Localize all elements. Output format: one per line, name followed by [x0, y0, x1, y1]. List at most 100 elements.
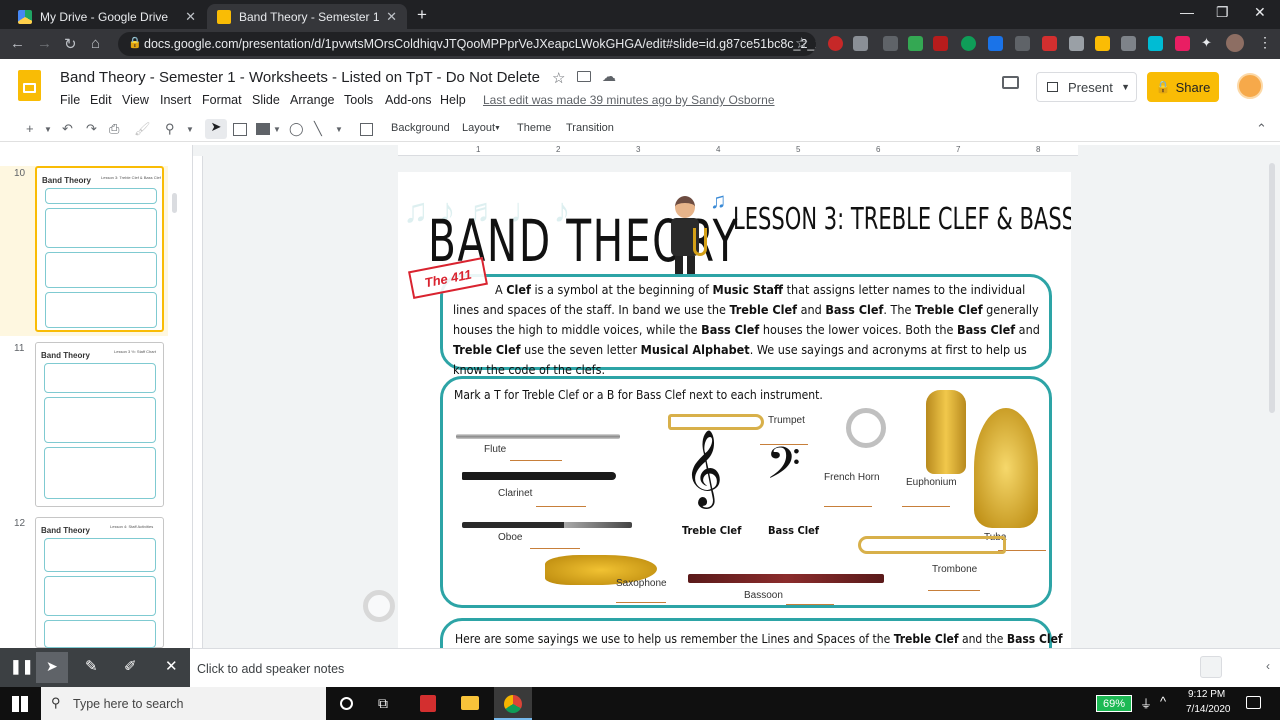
print-icon[interactable]: ⎙	[109, 121, 119, 137]
menu-tools[interactable]: Tools	[344, 93, 373, 107]
slide-thumbnail[interactable]: Band Theory Lesson 3: Treble Clef & Bass…	[35, 166, 164, 332]
menu-edit[interactable]: Edit	[90, 93, 112, 107]
clock-date[interactable]: 7/14/2020	[1186, 704, 1231, 715]
answer-line[interactable]	[786, 604, 834, 605]
transition-button[interactable]: Transition	[566, 122, 614, 134]
side-panel-toggle-icon[interactable]: ‹	[1266, 659, 1270, 673]
slide-canvas[interactable]: 1 2 3 4 5 6 7 8 ♫♪♬♩♪ Band Theory ♫ Less…	[193, 145, 1280, 652]
star-icon[interactable]: ☆	[552, 69, 565, 87]
shape-icon[interactable]: ◯	[289, 121, 304, 137]
extension-icon[interactable]	[988, 36, 1003, 51]
pointer-icon[interactable]: ➤	[46, 658, 58, 675]
layout-button[interactable]: Layout	[462, 122, 495, 134]
power-icon[interactable]: ⏚	[1140, 695, 1152, 712]
address-bar[interactable]: 🔒 docs.google.com/presentation/d/1pvwtsM…	[118, 32, 816, 56]
answer-line[interactable]	[536, 506, 586, 507]
share-button[interactable]: 🔒 Share	[1147, 72, 1219, 102]
lesson-title[interactable]: Lesson 3: Treble Clef & Bass Clef	[733, 202, 1071, 237]
document-title[interactable]: Band Theory - Semester 1 - Worksheets - …	[60, 69, 540, 86]
extension-icon[interactable]	[1042, 36, 1057, 51]
answer-line[interactable]	[616, 602, 666, 603]
battery-indicator[interactable]: 69%	[1096, 695, 1132, 712]
file-explorer-icon[interactable]	[461, 696, 479, 710]
menu-arrange[interactable]: Arrange	[290, 93, 334, 107]
window-close-icon[interactable]: ✕	[1254, 4, 1266, 21]
theme-button[interactable]: Theme	[517, 122, 551, 134]
dropdown-arrow-icon[interactable]: ▼	[1121, 82, 1130, 92]
paint-format-icon[interactable]: 🖌	[134, 121, 151, 137]
avatar[interactable]	[1226, 34, 1244, 52]
speaker-notes-bar[interactable]: Click to add speaker notes ‹	[0, 648, 1280, 687]
explore-icon[interactable]	[1200, 656, 1222, 678]
close-icon[interactable]: ✕	[165, 657, 178, 675]
menu-add-ons[interactable]: Add-ons	[385, 93, 432, 107]
image-icon[interactable]	[256, 123, 270, 135]
chevron-down-icon[interactable]: ▼	[273, 125, 281, 134]
forward-icon[interactable]: →	[37, 35, 52, 52]
new-slide-icon[interactable]: +	[26, 121, 34, 136]
answer-line[interactable]	[928, 590, 980, 591]
new-tab-icon[interactable]: +	[417, 5, 427, 25]
extension-icon[interactable]	[828, 36, 843, 51]
menu-file[interactable]: File	[60, 93, 80, 107]
highlighter-icon[interactable]: ✐	[124, 657, 137, 675]
add-comment-icon[interactable]	[360, 123, 373, 136]
menu-view[interactable]: View	[122, 93, 149, 107]
tab-google-drive[interactable]: My Drive - Google Drive ✕	[8, 4, 206, 29]
extension-icon[interactable]	[853, 36, 868, 51]
text-box-icon[interactable]	[233, 123, 247, 136]
slide-thumbnail[interactable]: Band Theory Lesson 3 ½: Staff Chart	[35, 342, 164, 507]
extension-icon[interactable]	[1069, 36, 1084, 51]
answer-line[interactable]	[530, 548, 580, 549]
home-icon[interactable]: ⌂	[91, 35, 100, 52]
account-avatar[interactable]	[1237, 73, 1263, 99]
pause-icon[interactable]: ❚❚	[10, 658, 33, 675]
reload-icon[interactable]: ↻	[64, 35, 77, 53]
slide[interactable]: ♫♪♬♩♪ Band Theory ♫ Lesson 3: Treble Cle…	[398, 172, 1071, 652]
canvas-scrollbar[interactable]	[1269, 163, 1275, 413]
extension-icon[interactable]	[933, 36, 948, 51]
last-edit-link[interactable]: Last edit was made 39 minutes ago by San…	[483, 93, 775, 107]
task-view-icon[interactable]: ⧉	[378, 695, 388, 712]
maximize-icon[interactable]: ❐	[1216, 4, 1229, 21]
folder-icon[interactable]	[577, 71, 591, 82]
select-tool-icon[interactable]: ➤	[205, 119, 227, 139]
slide-thumbnail[interactable]: Band Theory Lesson 4: Staff Activities	[35, 517, 164, 648]
present-button[interactable]: Present ▼	[1036, 72, 1137, 102]
puzzle-icon[interactable]: ✦	[1201, 35, 1212, 51]
extension-icon[interactable]	[908, 36, 923, 51]
extension-icon[interactable]	[1015, 36, 1030, 51]
answer-line[interactable]	[824, 506, 872, 507]
answer-line[interactable]	[902, 506, 950, 507]
back-icon[interactable]: ←	[10, 35, 25, 52]
taskbar-search-box[interactable]: ⚲ Type here to search	[41, 687, 326, 720]
notifications-icon[interactable]	[1246, 696, 1261, 709]
line-icon[interactable]: ╲	[314, 121, 322, 137]
background-button[interactable]: Background	[391, 122, 450, 134]
extension-icon[interactable]	[883, 36, 898, 51]
chevron-down-icon[interactable]: ▼	[335, 125, 343, 134]
acrobat-icon[interactable]	[420, 695, 436, 712]
minimize-icon[interactable]: —	[1180, 4, 1194, 20]
comments-icon[interactable]	[1002, 76, 1019, 89]
menu-format[interactable]: Format	[202, 93, 242, 107]
extension-icon[interactable]	[1175, 36, 1190, 51]
close-icon[interactable]: ✕	[185, 9, 196, 25]
redo-icon[interactable]: ↷	[86, 121, 97, 137]
chevron-down-icon[interactable]: ▼	[186, 125, 194, 134]
zoom-icon[interactable]: ⚲	[165, 121, 175, 137]
collapse-toolbar-icon[interactable]: ⌃	[1256, 121, 1267, 137]
extension-icon[interactable]	[1121, 36, 1136, 51]
extension-icon[interactable]	[1095, 36, 1110, 51]
filmstrip-scrollbar[interactable]	[172, 193, 177, 213]
speaker-notes-placeholder[interactable]: Click to add speaker notes	[197, 662, 344, 676]
tab-band-theory[interactable]: Band Theory - Semester 1 - Worksheets ✕	[207, 4, 407, 29]
chevron-down-icon[interactable]: ▼	[44, 125, 52, 134]
clock-time[interactable]: 9:12 PM	[1188, 689, 1225, 700]
menu-slide[interactable]: Slide	[252, 93, 280, 107]
chevron-up-icon[interactable]: ^	[1160, 694, 1166, 709]
cortana-icon[interactable]	[340, 697, 353, 710]
menu-help[interactable]: Help	[440, 93, 466, 107]
pen-icon[interactable]: ✎	[85, 657, 98, 675]
cloud-status-icon[interactable]: ☁	[602, 68, 616, 85]
